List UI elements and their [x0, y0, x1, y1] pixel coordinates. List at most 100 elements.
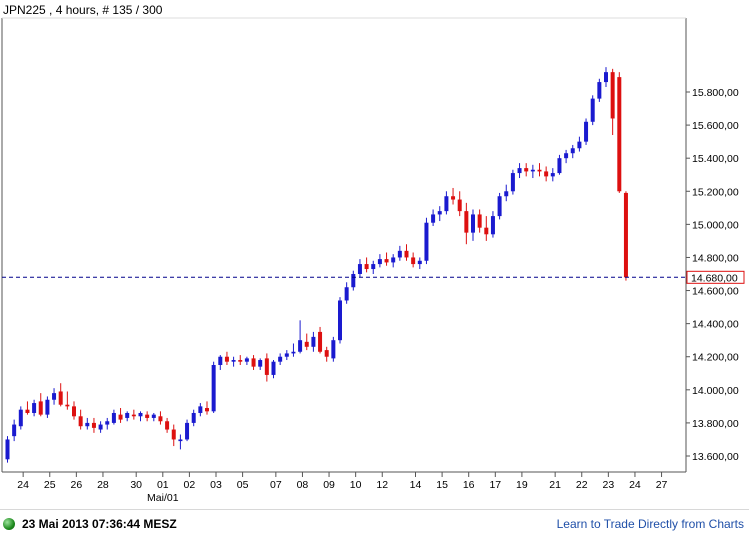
x-tick-label: 01: [157, 479, 169, 491]
y-tick-label: 14.400,00: [692, 319, 739, 331]
candle-body: [72, 406, 76, 417]
candle-body: [517, 168, 522, 174]
candle-body: [604, 72, 608, 83]
candle-body: [564, 153, 569, 159]
candle-body: [111, 412, 116, 423]
candle-body: [304, 341, 309, 347]
candle-body: [165, 421, 170, 430]
candle-body: [504, 191, 509, 197]
candle-body: [324, 350, 329, 357]
candle-body: [251, 358, 256, 367]
x-tick-label: 24: [629, 479, 641, 491]
candle-body: [590, 98, 595, 122]
candle-body: [311, 336, 316, 347]
x-tick-label: 05: [237, 479, 249, 491]
candle-body: [451, 196, 456, 200]
candle-body: [570, 148, 575, 154]
candle-body: [284, 353, 289, 357]
candle-body: [218, 356, 223, 365]
y-tick-label: 14.000,00: [692, 385, 739, 397]
candle: [510, 169, 515, 195]
candle-body: [118, 414, 123, 420]
candle-body: [577, 141, 582, 149]
candle-body: [424, 222, 429, 261]
candle-body: [258, 360, 263, 367]
candle-body: [171, 429, 176, 440]
x-date-sublabel: Mai/01: [147, 492, 179, 504]
candle-body: [490, 216, 495, 235]
candle: [211, 361, 216, 413]
candle-body: [550, 173, 555, 177]
current-price-label: 14.680,00: [691, 272, 738, 284]
x-tick-label: 26: [71, 479, 83, 491]
candle-body: [391, 257, 396, 263]
candle-body: [151, 414, 156, 418]
candle-body: [377, 259, 382, 265]
candle: [597, 78, 602, 102]
x-tick-label: 23: [603, 479, 615, 491]
candle-body: [530, 169, 535, 172]
candle: [424, 217, 429, 265]
candle-body: [497, 196, 502, 217]
x-tick-label: 08: [297, 479, 309, 491]
y-tick-label: 14.200,00: [692, 352, 739, 364]
candle-body: [477, 214, 482, 228]
candle-body: [364, 264, 369, 270]
candle-body: [178, 439, 183, 442]
candle-body: [584, 121, 589, 142]
candle: [617, 72, 622, 193]
candle-body: [52, 393, 57, 400]
candle-body: [298, 340, 303, 352]
x-tick-label: 07: [270, 479, 282, 491]
x-tick-label: 22: [576, 479, 588, 491]
candle-body: [344, 287, 349, 301]
candle-body: [205, 408, 209, 412]
candle-body: [264, 358, 269, 375]
candle-body: [464, 211, 469, 233]
y-tick-label: 14.800,00: [692, 252, 739, 264]
candle-body: [437, 211, 442, 215]
candle-body: [371, 264, 376, 270]
connection-status-icon: [3, 518, 15, 530]
candle-body: [158, 416, 163, 422]
candle-body: [484, 227, 489, 235]
candle-body: [544, 171, 549, 177]
candle-body: [105, 421, 110, 425]
y-tick-label: 13.600,00: [692, 451, 739, 463]
candle-body: [357, 264, 362, 274]
candle-body: [185, 422, 190, 440]
candle-body: [411, 257, 416, 265]
candle: [590, 95, 595, 126]
candle-body: [397, 250, 402, 258]
candle-body: [25, 409, 30, 413]
price-chart[interactable]: JPN225 , 4 hours, # 135 / 300 13.600,00 1…: [0, 0, 749, 509]
x-tick-label: 28: [97, 479, 109, 491]
x-tick-label: 27: [656, 479, 668, 491]
candle-body: [537, 169, 542, 172]
candle: [5, 436, 10, 463]
candle: [497, 192, 502, 220]
candle-body: [617, 77, 622, 192]
x-tick-label: 24: [17, 479, 29, 491]
candle-body: [331, 340, 336, 359]
candle-body: [58, 391, 63, 405]
candle: [623, 191, 628, 281]
learn-to-trade-link[interactable]: Learn to Trade Directly from Charts: [557, 517, 744, 531]
candle-body: [32, 403, 37, 413]
x-tick-label: 19: [516, 479, 528, 491]
candle-body: [384, 259, 389, 263]
candle-body: [211, 365, 216, 412]
y-tick-label: 15.600,00: [692, 120, 739, 132]
candle-body: [597, 82, 602, 99]
candle-body: [78, 416, 83, 427]
candle-body: [5, 439, 10, 460]
candle-body: [318, 331, 323, 352]
candle-body: [85, 422, 90, 427]
candle-body: [231, 360, 236, 362]
chart-title: JPN225 , 4 hours, # 135 / 300: [3, 3, 163, 17]
candle: [338, 297, 342, 344]
candle-body: [38, 401, 43, 415]
candle-body: [238, 360, 243, 362]
x-tick-label: 21: [549, 479, 561, 491]
x-tick-label: 16: [463, 479, 475, 491]
